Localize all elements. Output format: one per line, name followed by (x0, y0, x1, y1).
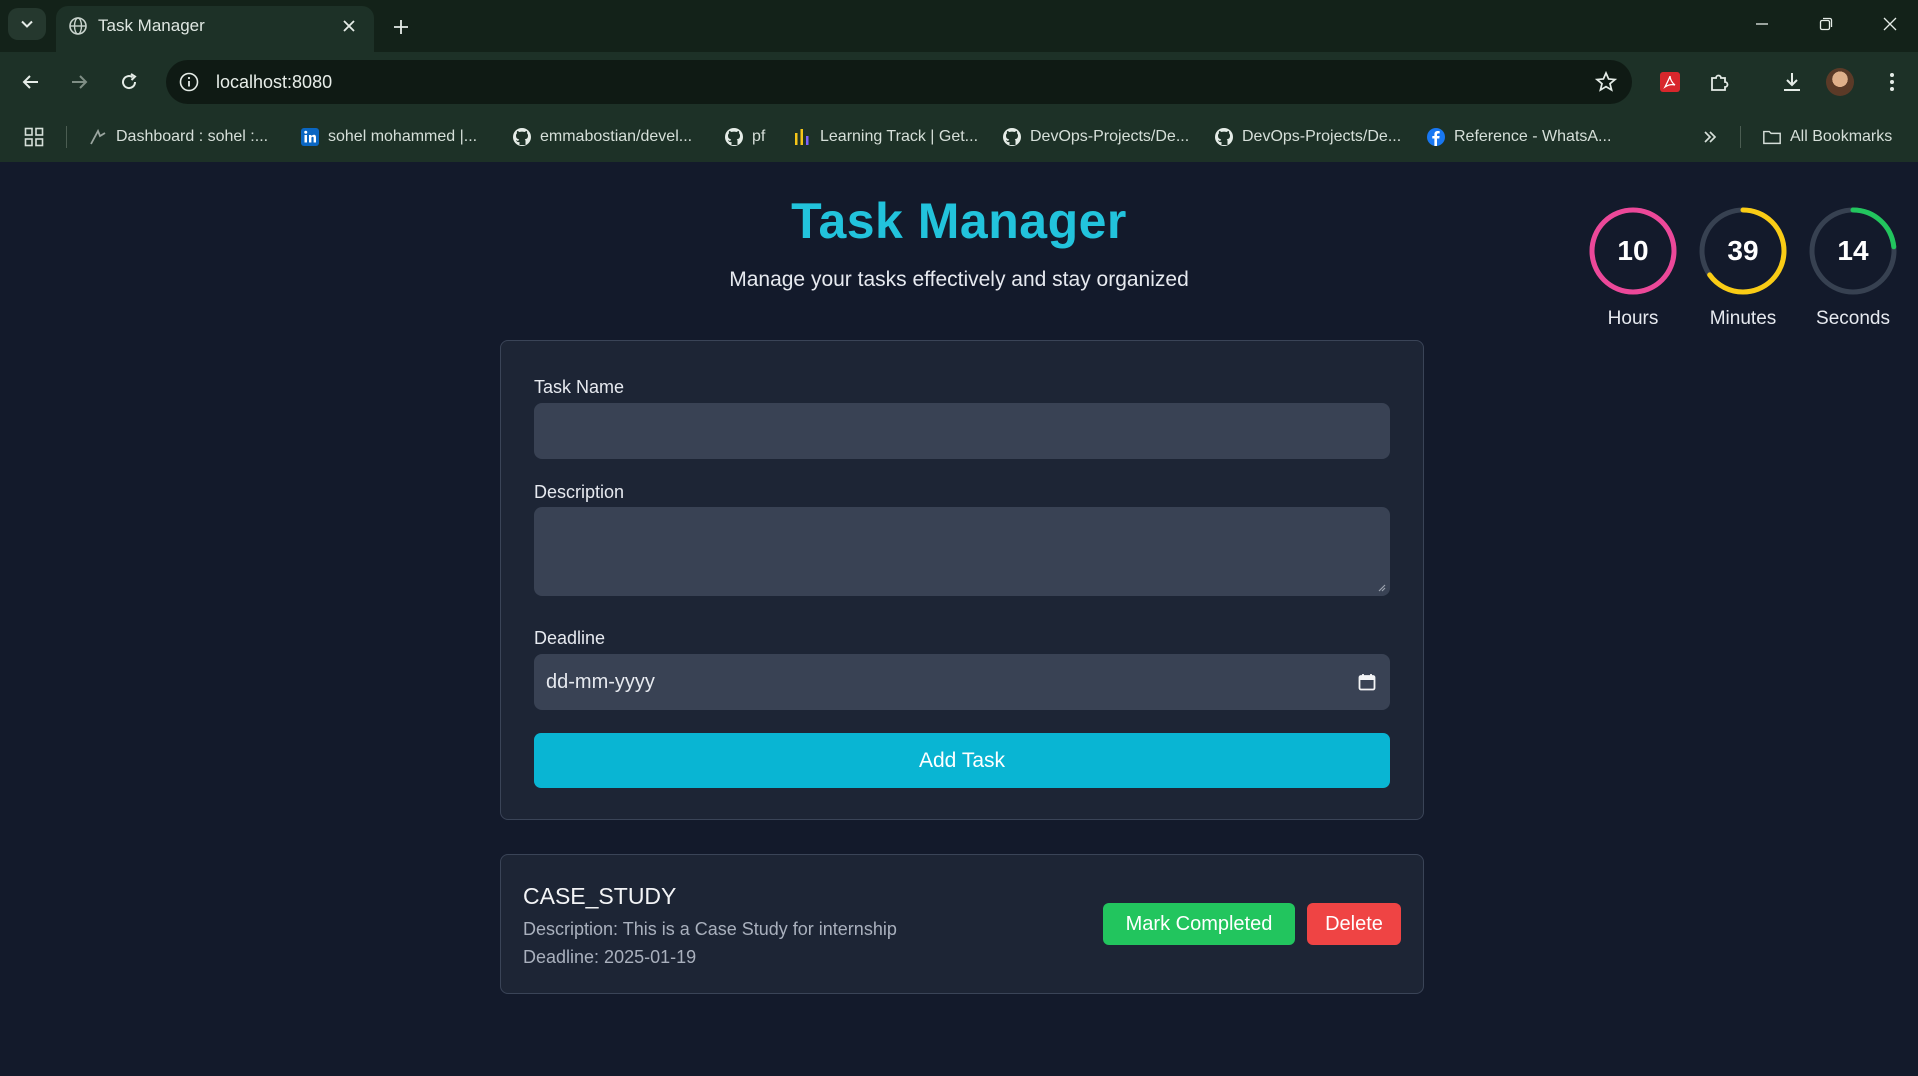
github-icon (725, 128, 743, 146)
dashboard-favicon (90, 128, 106, 145)
bookmarks-separator (1740, 126, 1741, 148)
bookmark-learning-track[interactable]: Learning Track | Get... (792, 124, 978, 150)
facebook-icon (1427, 128, 1445, 146)
bookmark-github-devops-1[interactable]: DevOps-Projects/De... (1002, 124, 1189, 150)
minutes-label: Minutes (1709, 308, 1777, 329)
close-icon (1883, 17, 1897, 31)
delete-button[interactable]: Delete (1307, 903, 1401, 945)
new-tab-button[interactable] (386, 12, 416, 42)
task-form: Task Name Description Deadline dd-mm-yyy… (500, 340, 1424, 820)
resize-handle-icon[interactable] (1376, 582, 1386, 592)
downloads-button[interactable] (1776, 66, 1808, 98)
task-card: CASE_STUDY Description: This is a Case S… (500, 854, 1424, 994)
address-bar[interactable]: localhost:8080 (166, 60, 1632, 104)
bookmark-github-pf[interactable]: pf (724, 124, 765, 150)
url-text[interactable]: localhost:8080 (216, 72, 332, 93)
github-icon (1003, 128, 1021, 146)
all-bookmarks-label: All Bookmarks (1790, 128, 1893, 145)
bookmark-label: Reference - WhatsA... (1454, 128, 1612, 145)
deadline-label: Deadline (534, 628, 606, 648)
task-name: CASE_STUDY (523, 883, 677, 909)
forward-button[interactable] (62, 65, 96, 99)
reload-button[interactable] (112, 65, 146, 99)
bookmark-github-emmabostian[interactable]: emmabostian/devel... (512, 124, 692, 150)
arrow-right-icon (72, 75, 88, 89)
bookmarks-separator (66, 126, 67, 148)
bookmark-linkedin[interactable]: sohel mohammed |... (300, 124, 477, 150)
puzzle-icon (1711, 74, 1729, 91)
task-description: Description: This is a Case Study for in… (523, 919, 897, 939)
clock-widget: 10 Hours 39 Minutes 14 Seconds (1588, 206, 1904, 336)
avatar (1826, 68, 1854, 96)
task-manager-page: Task Manager Manage your tasks effective… (0, 162, 1918, 1076)
github-icon (1215, 128, 1233, 146)
mark-completed-button[interactable]: Mark Completed (1103, 903, 1295, 945)
bookmark-label: DevOps-Projects/De... (1030, 128, 1190, 145)
learning-track-icon (795, 129, 809, 145)
hours-label: Hours (1607, 308, 1659, 329)
browser-toolbar: localhost:8080 (0, 52, 1918, 112)
restore-icon (1819, 17, 1833, 31)
minimize-icon (1756, 23, 1768, 25)
browser-menu-button[interactable] (1876, 66, 1908, 98)
description-label: Description (534, 482, 625, 502)
bookmarks-bar: Dashboard : sohel :... sohel mohammed |.… (0, 112, 1918, 162)
tab-bar: Task Manager (0, 0, 1918, 52)
browser-chrome: Task Manager localhost:8080 Dashboard: … (0, 0, 1918, 162)
linkedin-icon (301, 128, 319, 146)
task-name-label: Task Name (534, 377, 625, 397)
restore-button[interactable] (1798, 8, 1854, 40)
chevron-down-icon (21, 20, 33, 28)
more-vertical-icon (1890, 73, 1894, 91)
tab-search-button[interactable] (8, 8, 46, 40)
double-chevron-right-icon (1704, 131, 1717, 143)
pdf-icon (1660, 72, 1680, 92)
more-bookmarks-button[interactable] (1700, 124, 1720, 150)
bookmark-reference-whatsapp[interactable]: Reference - WhatsA... (1426, 124, 1611, 150)
deadline-date-input[interactable]: dd-mm-yyyy (534, 654, 1390, 710)
bookmark-github-devops-2[interactable]: DevOps-Projects/De... (1214, 124, 1401, 150)
apps-grid-icon (24, 127, 44, 147)
seconds-timer: 14 Seconds (1808, 206, 1898, 330)
deadline-placeholder: dd-mm-yyyy (546, 671, 655, 693)
bookmark-label: sohel mohammed |... (328, 128, 478, 145)
bookmark-label: DevOps-Projects/De... (1242, 128, 1402, 145)
bookmark-label: Dashboard : sohel :... (116, 128, 269, 145)
minutes-timer: 39 Minutes (1698, 206, 1788, 330)
task-name-input[interactable] (534, 403, 1390, 459)
close-window-button[interactable] (1862, 8, 1918, 40)
arrow-left-icon (22, 75, 38, 89)
hours-value: 10 (1617, 235, 1649, 266)
minutes-value: 39 (1727, 235, 1759, 266)
folder-icon (1763, 130, 1781, 145)
globe-icon (69, 17, 87, 35)
bookmark-star-icon[interactable] (1594, 70, 1618, 94)
profile-button[interactable] (1824, 66, 1856, 98)
bookmark-label: Learning Track | Get... (820, 128, 979, 145)
download-icon (1784, 73, 1800, 91)
plus-icon (394, 20, 408, 34)
site-info-icon[interactable] (178, 71, 200, 93)
description-textarea[interactable] (534, 507, 1390, 596)
all-bookmarks-button[interactable]: All Bookmarks (1762, 124, 1892, 150)
extensions-button[interactable] (1703, 66, 1735, 98)
pdf-extension-button[interactable] (1654, 66, 1686, 98)
seconds-value: 14 (1837, 235, 1869, 266)
minimize-button[interactable] (1734, 8, 1790, 40)
reload-icon (122, 73, 137, 90)
hours-timer: 10 Hours (1588, 206, 1678, 330)
github-icon (513, 128, 531, 146)
bookmark-label: emmabostian/devel... (540, 128, 693, 145)
browser-tab[interactable]: Task Manager (56, 6, 374, 52)
apps-button[interactable] (24, 124, 44, 150)
seconds-label: Seconds (1816, 308, 1890, 329)
bookmark-label: pf (752, 128, 766, 145)
back-button[interactable] (14, 65, 48, 99)
close-tab-icon[interactable] (338, 15, 360, 37)
bookmark-dashboard[interactable]: Dashboard : sohel :... (88, 124, 268, 150)
tab-title: Task Manager (98, 16, 205, 35)
calendar-icon[interactable] (1358, 673, 1376, 691)
task-deadline: Deadline: 2025-01-19 (523, 947, 697, 967)
add-task-button[interactable]: Add Task (534, 733, 1390, 788)
